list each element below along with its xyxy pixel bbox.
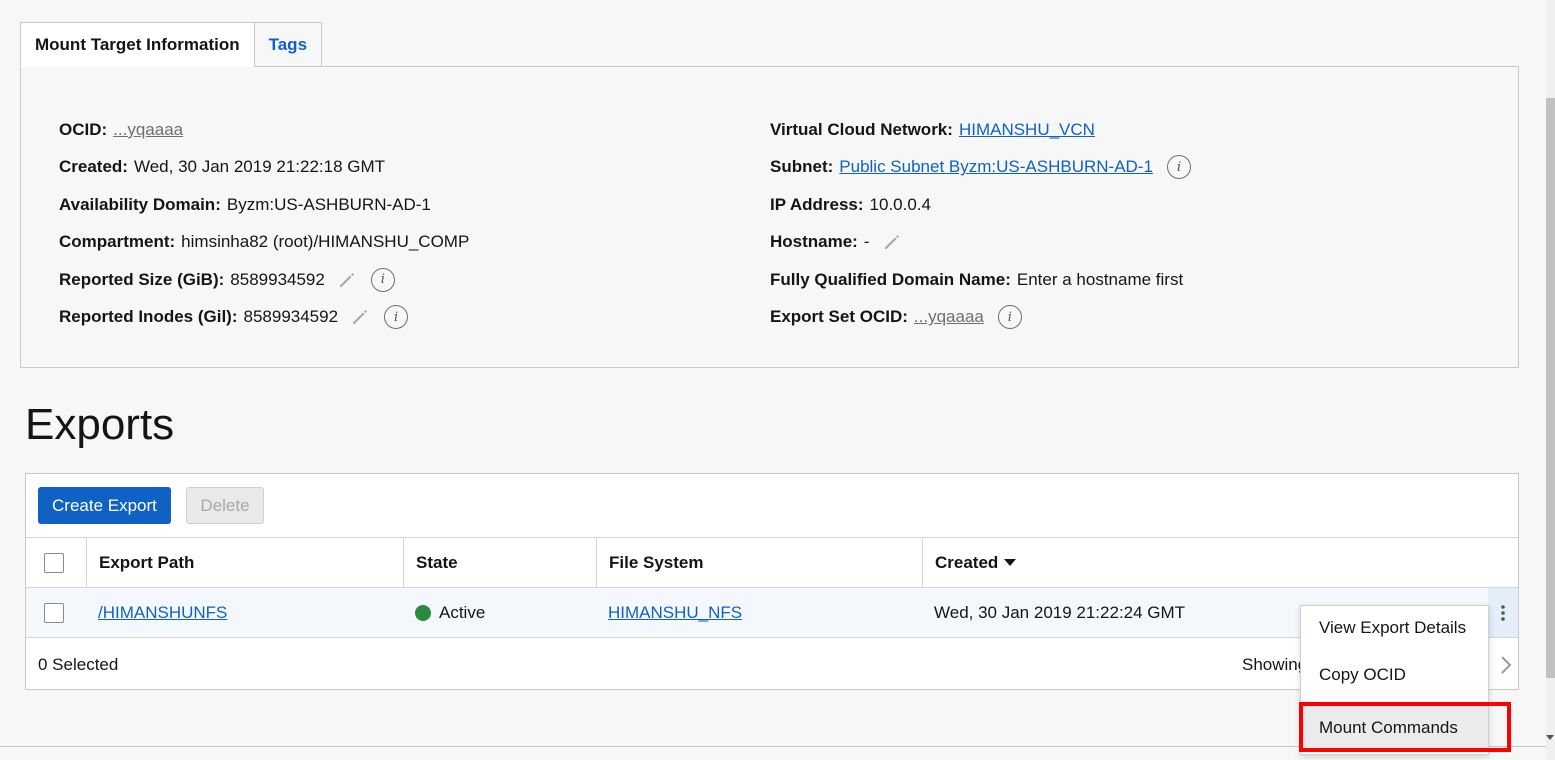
column-header-file-system[interactable]: File System	[596, 538, 923, 587]
export-set-ocid-link[interactable]: ...yqaaaa	[914, 307, 984, 327]
reported-size-value: 8589934592	[230, 269, 325, 289]
column-header-created-label: Created	[935, 552, 999, 572]
state-cell: Active	[403, 588, 596, 637]
created-row: Created: Wed, 30 Jan 2019 21:22:18 GMT	[59, 149, 469, 187]
export-set-row: Export Set OCID: ...yqaaaa i	[770, 299, 1191, 337]
table-footer: 0 Selected Showing	[26, 639, 1518, 691]
menu-item-mount-commands[interactable]: Mount Commands	[1301, 706, 1488, 750]
create-export-button[interactable]: Create Export	[38, 487, 171, 524]
compartment-row: Compartment: himsinha82 (root)/HIMANSHU_…	[59, 224, 469, 262]
vcn-label: Virtual Cloud Network:	[770, 119, 953, 139]
ocid-link[interactable]: ...yqaaaa	[113, 120, 183, 140]
sort-desc-icon	[1004, 559, 1017, 566]
column-header-created[interactable]: Created	[922, 538, 1519, 587]
tab-tags[interactable]: Tags	[253, 22, 323, 67]
pencil-icon[interactable]	[350, 307, 370, 327]
ip-address-value: 10.0.0.4	[869, 194, 931, 214]
file-system-cell: HIMANSHU_NFS	[596, 588, 923, 637]
info-icon[interactable]: i	[384, 305, 409, 330]
reported-inodes-label: Reported Inodes (Gil):	[59, 307, 238, 327]
selected-count: 0 Selected	[38, 655, 119, 674]
compartment-value: himsinha82 (root)/HIMANSHU_COMP	[181, 232, 470, 252]
info-column-right: Virtual Cloud Network: HIMANSHU_VCN Subn…	[770, 111, 1191, 336]
select-all-cell	[26, 538, 86, 587]
select-all-checkbox[interactable]	[44, 552, 64, 573]
subnet-link[interactable]: Public Subnet Byzm:US-ASHBURN-AD-1	[839, 157, 1153, 177]
hostname-row: Hostname: -	[770, 224, 1191, 262]
kebab-icon[interactable]	[1488, 588, 1518, 637]
scroll-thumb[interactable]	[1546, 98, 1555, 678]
file-system-link[interactable]: HIMANSHU_NFS	[608, 603, 742, 623]
export-path-cell: /HIMANSHUNFS	[86, 588, 403, 637]
info-icon[interactable]: i	[370, 267, 395, 292]
exports-heading: Exports	[25, 400, 175, 449]
created-value: Wed, 30 Jan 2019 21:22:18 GMT	[133, 157, 386, 177]
availability-domain-row: Availability Domain: Byzm:US-ASHBURN-AD-…	[59, 186, 469, 224]
showing-text: Showing	[1242, 655, 1308, 674]
created-label: Created:	[59, 157, 128, 177]
menu-item-view-export-details[interactable]: View Export Details	[1301, 606, 1488, 650]
vcn-row: Virtual Cloud Network: HIMANSHU_VCN	[770, 111, 1191, 149]
row-checkbox[interactable]	[44, 602, 64, 623]
ip-address-row: IP Address: 10.0.0.4	[770, 186, 1191, 224]
pencil-icon[interactable]	[882, 232, 902, 252]
vcn-link[interactable]: HIMANSHU_VCN	[959, 120, 1095, 140]
ip-address-label: IP Address:	[770, 194, 864, 214]
delete-button: Delete	[186, 487, 264, 524]
menu-item-copy-ocid[interactable]: Copy OCID	[1301, 653, 1488, 697]
tab-mount-target-information[interactable]: Mount Target Information	[20, 22, 255, 67]
compartment-label: Compartment:	[59, 232, 176, 252]
mount-target-info-panel: OCID: ...yqaaaa Created: Wed, 30 Jan 201…	[20, 66, 1519, 368]
ocid-label: OCID:	[59, 119, 108, 139]
detail-tabs: Mount Target Information Tags	[20, 22, 323, 67]
reported-inodes-row: Reported Inodes (Gil): 8589934592 i	[59, 299, 469, 337]
info-icon[interactable]: i	[1166, 155, 1191, 180]
reported-size-label: Reported Size (GiB):	[59, 269, 225, 289]
info-column-left: OCID: ...yqaaaa Created: Wed, 30 Jan 201…	[59, 111, 469, 336]
subnet-label: Subnet:	[770, 157, 834, 177]
ocid-row: OCID: ...yqaaaa	[59, 111, 469, 149]
status-active-icon	[415, 604, 431, 621]
export-set-label: Export Set OCID:	[770, 307, 908, 327]
fqdn-label: Fully Qualified Domain Name:	[770, 269, 1011, 289]
subnet-row: Subnet: Public Subnet Byzm:US-ASHBURN-AD…	[770, 149, 1191, 187]
chevron-right-icon[interactable]	[1500, 639, 1512, 691]
export-path-link[interactable]: /HIMANSHUNFS	[98, 603, 227, 623]
table-header: Export Path State File System Created	[26, 537, 1518, 588]
row-select-cell	[26, 588, 86, 637]
created-cell: Wed, 30 Jan 2019 21:22:24 GMT	[934, 602, 1186, 622]
hostname-label: Hostname:	[770, 232, 858, 252]
page-scrollbar[interactable]	[1546, 0, 1555, 760]
state-value: Active	[439, 602, 486, 622]
table-row: /HIMANSHUNFS Active HIMANSHU_NFS Wed, 30…	[26, 588, 1518, 638]
fqdn-row: Fully Qualified Domain Name: Enter a hos…	[770, 261, 1191, 299]
row-actions-menu: View Export Details Copy OCID Mount Comm…	[1300, 605, 1489, 755]
column-header-export-path[interactable]: Export Path	[86, 538, 403, 587]
scroll-down-icon[interactable]	[1546, 735, 1554, 740]
info-icon[interactable]: i	[997, 305, 1022, 330]
availability-domain-value: Byzm:US-ASHBURN-AD-1	[226, 194, 431, 214]
availability-domain-label: Availability Domain:	[59, 194, 221, 214]
column-header-state[interactable]: State	[403, 538, 596, 587]
fqdn-value: Enter a hostname first	[1016, 269, 1184, 289]
reported-inodes-value: 8589934592	[243, 307, 339, 327]
reported-size-row: Reported Size (GiB): 8589934592 i	[59, 261, 469, 299]
exports-table-panel: Create Export Delete Export Path State F…	[25, 473, 1519, 690]
hostname-value: -	[863, 232, 870, 252]
pencil-icon[interactable]	[337, 270, 357, 290]
